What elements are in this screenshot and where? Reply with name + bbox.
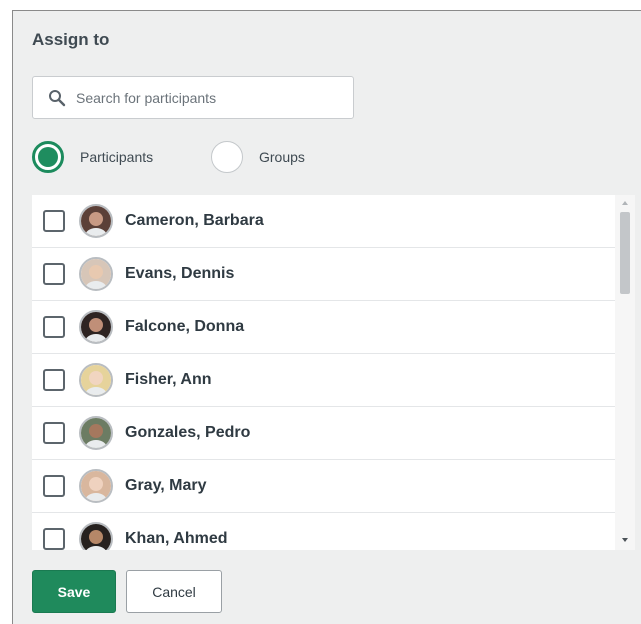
avatar	[79, 363, 113, 397]
cancel-button[interactable]: Cancel	[126, 570, 222, 613]
participant-name: Evans, Dennis	[125, 265, 235, 282]
chevron-up-icon[interactable]	[622, 201, 628, 205]
list-item[interactable]: Khan, Ahmed	[32, 513, 615, 550]
avatar	[79, 310, 113, 344]
radio-participants-label: Participants	[80, 149, 154, 165]
radio-participants[interactable]: Participants	[32, 140, 153, 174]
participant-checkbox[interactable]	[43, 263, 65, 285]
participant-checkbox[interactable]	[43, 528, 65, 550]
participant-checkbox[interactable]	[43, 369, 65, 391]
search-box[interactable]	[32, 76, 354, 119]
list-item[interactable]: Gray, Mary	[32, 460, 615, 513]
scrollbar-thumb[interactable]	[620, 212, 630, 294]
avatar	[79, 257, 113, 291]
avatar	[79, 204, 113, 238]
list-item[interactable]: Gonzales, Pedro	[32, 407, 615, 460]
participant-checkbox[interactable]	[43, 210, 65, 232]
search-input[interactable]	[76, 77, 346, 118]
participant-name: Falcone, Donna	[125, 318, 245, 335]
avatar	[79, 522, 113, 550]
radio-groups-label: Groups	[259, 149, 305, 165]
participant-name: Gonzales, Pedro	[125, 424, 251, 441]
participant-checkbox[interactable]	[43, 316, 65, 338]
avatar	[79, 416, 113, 450]
save-button[interactable]: Save	[32, 570, 116, 613]
radio-groups-button[interactable]	[211, 141, 243, 173]
assign-dialog: Assign to Participants Groups Cameron, B…	[12, 10, 641, 624]
list-item[interactable]: Cameron, Barbara	[32, 195, 615, 248]
participant-list[interactable]: Cameron, Barbara Evans, Dennis Falcone, …	[32, 195, 635, 550]
participant-name: Cameron, Barbara	[125, 212, 264, 229]
search-icon	[49, 90, 66, 107]
participant-name: Gray, Mary	[125, 477, 207, 494]
participant-checkbox[interactable]	[43, 422, 65, 444]
dialog-title: Assign to	[32, 30, 110, 49]
radio-participants-button[interactable]	[32, 141, 64, 173]
list-item[interactable]: Evans, Dennis	[32, 248, 615, 301]
participant-list-items: Cameron, Barbara Evans, Dennis Falcone, …	[32, 195, 615, 550]
list-item[interactable]: Falcone, Donna	[32, 301, 615, 354]
participant-name: Fisher, Ann	[125, 371, 212, 388]
participant-checkbox[interactable]	[43, 475, 65, 497]
list-scrollbar[interactable]	[615, 195, 635, 550]
chevron-down-icon[interactable]	[622, 538, 628, 542]
participant-name: Khan, Ahmed	[125, 530, 228, 547]
list-item[interactable]: Fisher, Ann	[32, 354, 615, 407]
radio-groups[interactable]: Groups	[211, 140, 305, 174]
avatar	[79, 469, 113, 503]
